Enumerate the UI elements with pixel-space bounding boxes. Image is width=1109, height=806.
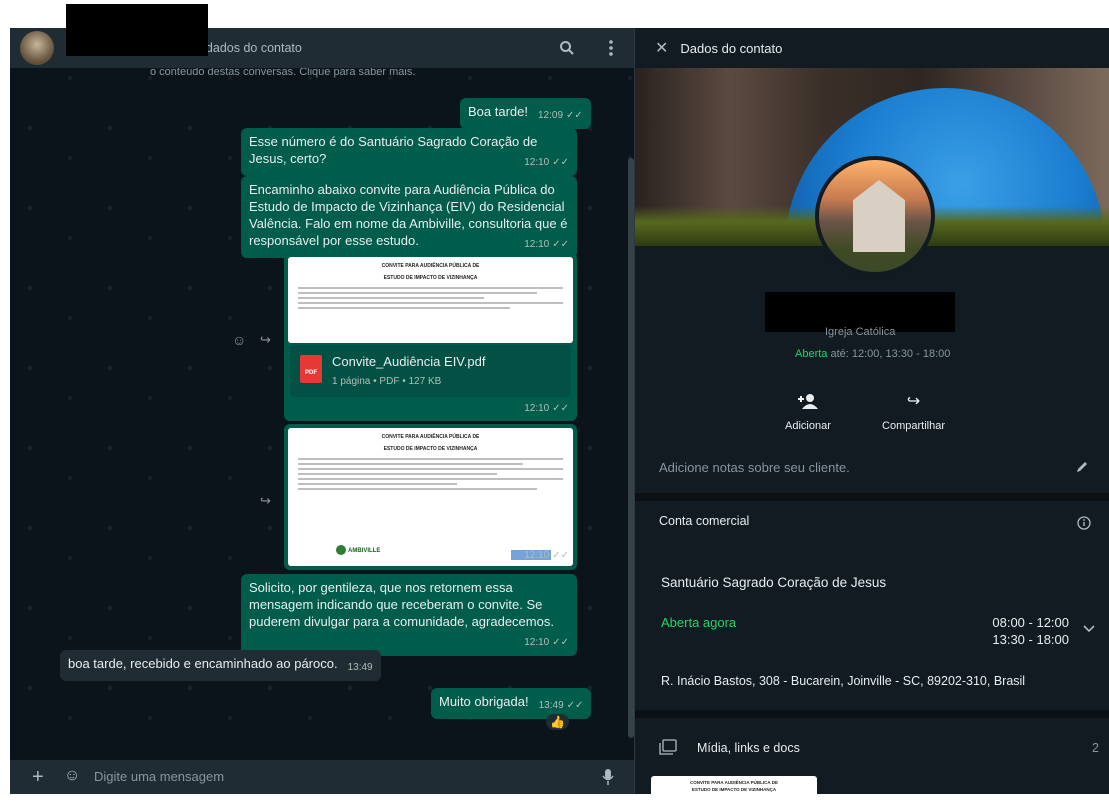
hours-row: 13:30 - 18:00 (992, 632, 1069, 647)
doc-title-line: ESTUDO DE IMPACTO DE VIZINHANÇA (383, 275, 478, 281)
emoji-reaction-icon[interactable]: ☺ (232, 332, 246, 348)
media-count: 2 (1092, 741, 1099, 755)
message-document[interactable]: CONVITE PARA AUDIÊNCIA PÚBLICA DE ESTUDO… (284, 253, 577, 421)
read-ticks-icon: ✓✓ (552, 157, 569, 168)
message-outgoing[interactable]: Boa tarde! 12:09 ✓✓ (460, 98, 591, 129)
message-text: boa tarde, recebido e encaminhado ao pár… (68, 656, 338, 671)
message-time: 13:49 (347, 662, 373, 673)
read-ticks-icon: ✓✓ (552, 637, 569, 648)
business-name: Santuário Sagrado Coração de Jesus (661, 575, 887, 590)
message-time: 12:09 (538, 110, 564, 121)
message-time: 13:49 (538, 700, 564, 711)
read-ticks-icon: ✓✓ (566, 110, 583, 121)
document-meta: 1 página • PDF • 127 KB (332, 376, 442, 387)
share-label: Compartilhar (882, 420, 945, 432)
document-name: Convite_Audiência EIV.pdf (332, 354, 486, 369)
close-icon[interactable]: ✕ (655, 38, 668, 58)
church-image (853, 180, 905, 252)
pdf-icon: PDF (300, 355, 322, 383)
pdf-badge: PDF (305, 370, 317, 376)
attach-plus-icon[interactable]: + (32, 766, 44, 789)
message-text: Muito obrigada! (439, 694, 529, 709)
media-label: Mídia, links e docs (697, 741, 800, 755)
doc-title-line: ESTUDO DE IMPACTO DE VIZINHANÇA (383, 446, 478, 452)
message-incoming[interactable]: boa tarde, recebido e encaminhado ao pár… (60, 650, 381, 681)
open-status: Aberta (795, 348, 828, 360)
message-text: Encaminho abaixo convite para Audiência … (249, 182, 568, 248)
doc-title-line: CONVITE PARA AUDIÊNCIA PÚBLICA DE (689, 780, 778, 785)
profile-photo[interactable] (815, 156, 935, 276)
message-image[interactable]: CONVITE PARA AUDIÊNCIA PÚBLICA DE ESTUDO… (284, 424, 577, 570)
doc-title-line: CONVITE PARA AUDIÊNCIA PÚBLICA DE (381, 263, 480, 269)
forward-icon[interactable]: ↪ (260, 493, 271, 509)
message-outgoing[interactable]: Encaminho abaixo convite para Audiência … (241, 176, 577, 258)
chevron-down-icon[interactable] (1083, 620, 1095, 638)
contact-avatar[interactable] (20, 31, 54, 65)
message-time: 12:10 (524, 550, 550, 561)
contact-actions: Adicionar ↪ Compartilhar (785, 390, 945, 432)
message-input[interactable]: Digite uma mensagem (94, 769, 224, 784)
share-button[interactable]: ↪ Compartilhar (882, 390, 945, 432)
hours-text: até: 12:00, 13:30 - 18:00 (830, 348, 951, 360)
thumbs-up-reaction[interactable]: 👍 (546, 714, 569, 730)
read-ticks-icon: ✓✓ (552, 550, 569, 561)
message-time: 12:10 (524, 637, 550, 648)
info-icon[interactable] (1077, 516, 1091, 535)
document-preview[interactable]: CONVITE PARA AUDIÊNCIA PÚBLICA DE ESTUDO… (288, 257, 573, 343)
add-person-icon (797, 390, 819, 412)
message-text: Solicito, por gentileza, que nos retorne… (249, 580, 554, 629)
read-ticks-icon: ✓✓ (552, 239, 569, 250)
chat-pane: Clique para mostrar os dados do contato … (10, 28, 634, 794)
microphone-icon[interactable] (602, 769, 614, 790)
search-icon[interactable] (558, 39, 576, 57)
section-divider (635, 710, 1109, 718)
document-info[interactable]: PDF Convite_Audiência EIV.pdf 1 página •… (290, 345, 571, 397)
emoji-icon[interactable]: ☺ (64, 767, 80, 785)
media-thumbnail[interactable]: CONVITE PARA AUDIÊNCIA PÚBLICA DE ESTUDO… (651, 776, 817, 806)
message-text: Boa tarde! (468, 104, 528, 119)
business-hours[interactable]: 08:00 - 12:00 13:30 - 18:00 (992, 614, 1069, 648)
message-time: 12:10 (524, 157, 550, 168)
notes-field[interactable]: Adicione notas sobre seu cliente. (659, 460, 1089, 475)
message-time: 12:10 (524, 239, 550, 250)
menu-dots-icon[interactable] (602, 39, 620, 57)
media-gallery-icon (659, 738, 677, 758)
read-ticks-icon: ✓✓ (552, 403, 569, 414)
doc-title-line: ESTUDO DE IMPACTO DE VIZINHANÇA (691, 787, 777, 792)
doc-title-line: CONVITE PARA AUDIÊNCIA PÚBLICA DE (381, 434, 480, 440)
share-forward-icon: ↪ (906, 393, 921, 410)
message-text: Esse número é do Santuário Sagrado Coraç… (249, 134, 538, 166)
contact-info-panel: ✕ Dados do contato Igreja Católica Abert… (634, 28, 1109, 806)
message-time: 12:10 (524, 403, 550, 414)
hours-row: 08:00 - 12:00 (992, 615, 1069, 630)
message-outgoing[interactable]: Solicito, por gentileza, que nos retorne… (241, 574, 577, 656)
read-ticks-icon: ✓✓ (566, 700, 584, 711)
panel-title: Dados do contato (680, 40, 783, 56)
message-outgoing[interactable]: Esse número é do Santuário Sagrado Coraç… (241, 128, 577, 176)
business-category: Igreja Católica (825, 326, 896, 338)
forward-icon[interactable]: ↪ (260, 332, 271, 348)
add-contact-label: Adicionar (785, 420, 831, 432)
compose-bar: + ☺ Digite uma mensagem (10, 760, 634, 794)
ambiville-logo: AMBIVILLE (336, 543, 380, 560)
open-now-status: Aberta agora (661, 615, 737, 630)
whatsapp-window: Clique para mostrar os dados do contato … (10, 28, 1109, 806)
business-address: R. Inácio Bastos, 308 - Bucarein, Joinvi… (661, 674, 1026, 688)
pencil-icon[interactable] (1075, 460, 1089, 479)
hours-summary: Aberta até: 12:00, 13:30 - 18:00 (795, 348, 950, 360)
message-outgoing[interactable]: Muito obrigada! 13:49 ✓✓ (431, 688, 592, 719)
redaction-box (66, 4, 208, 56)
section-divider (635, 493, 1109, 501)
media-links-docs-row[interactable]: Mídia, links e docs 2 (659, 736, 1099, 760)
panel-header: ✕ Dados do contato (635, 28, 1109, 68)
add-contact-button[interactable]: Adicionar (785, 390, 831, 432)
image-preview[interactable]: CONVITE PARA AUDIÊNCIA PÚBLICA DE ESTUDO… (288, 428, 573, 566)
business-account-title: Conta comercial (659, 514, 750, 528)
